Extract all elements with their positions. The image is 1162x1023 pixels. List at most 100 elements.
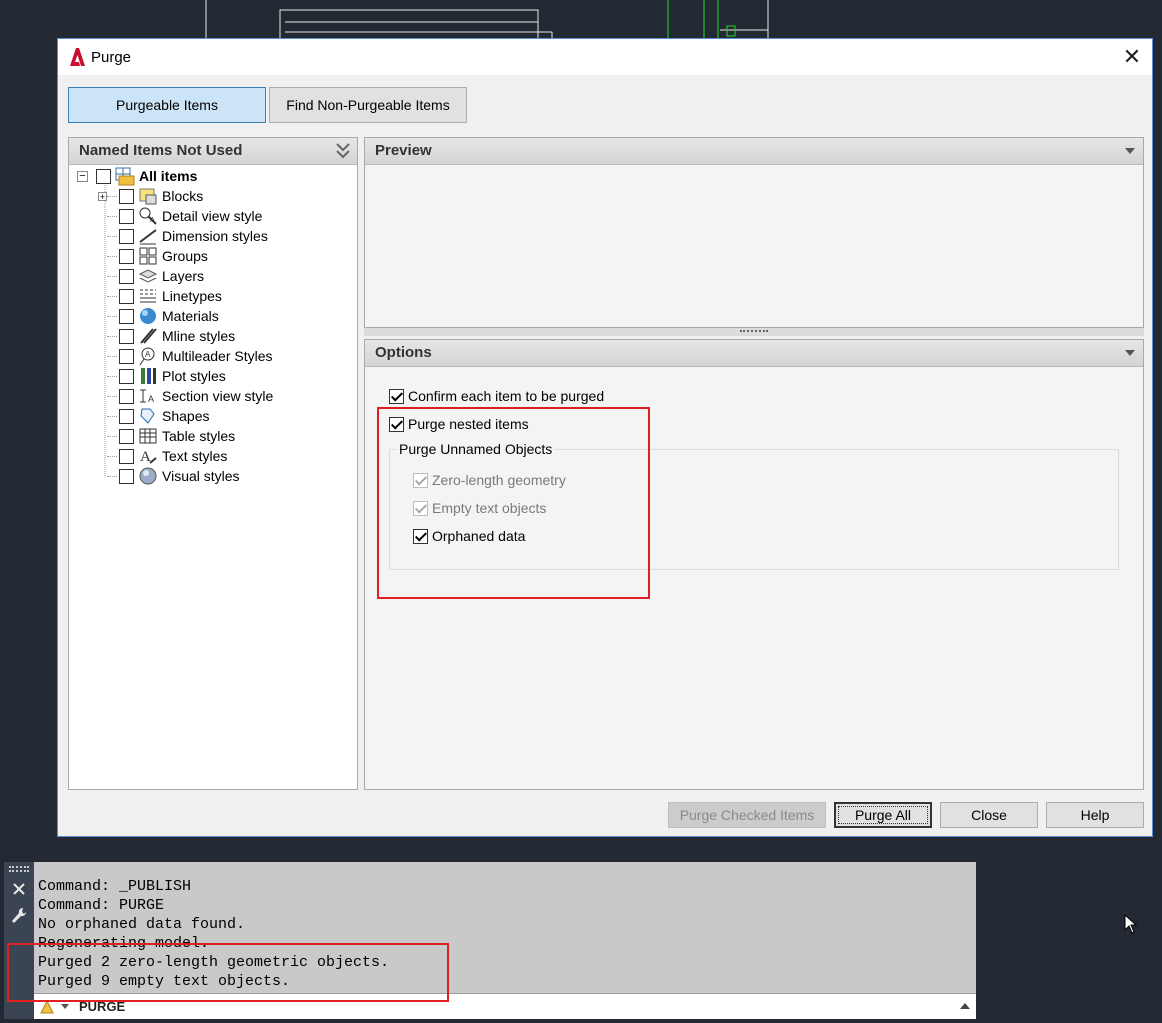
table-styles-icon: [139, 428, 157, 444]
tree-item-checkbox[interactable]: [119, 468, 134, 484]
svg-text:A: A: [140, 449, 151, 465]
options-header[interactable]: Options: [365, 340, 1143, 367]
splitter-handle[interactable]: [364, 328, 1144, 336]
linetypes-icon: [140, 289, 156, 303]
tree-root-all-items[interactable]: − All items: [77, 166, 197, 186]
tree-item-checkbox[interactable]: [119, 388, 134, 404]
customize-wrench-icon[interactable]: [10, 906, 28, 926]
tree-item-mline-styles[interactable]: Mline styles: [99, 326, 235, 346]
title-bar[interactable]: Purge ✕: [58, 39, 1152, 75]
preview-header[interactable]: Preview: [365, 138, 1143, 165]
tree-item-plot-styles[interactable]: Plot styles: [99, 366, 226, 386]
tree-connector: [107, 435, 117, 437]
grip-icon: [740, 330, 768, 334]
tree-item-shapes[interactable]: Shapes: [99, 406, 209, 426]
confirm-each-option[interactable]: Confirm each item to be purged: [389, 388, 604, 404]
shapes-icon: [140, 408, 155, 424]
history-expand-icon[interactable]: [960, 1003, 970, 1009]
tree-item-label: Dimension styles: [162, 228, 268, 244]
tree-item-checkbox[interactable]: [119, 288, 134, 304]
tree-root-label: All items: [139, 168, 198, 184]
preview-panel: Preview: [364, 137, 1144, 328]
tree-connector: [107, 355, 117, 357]
mouse-cursor-icon: [1124, 914, 1138, 934]
mline-styles-icon: [140, 328, 157, 344]
tree-item-checkbox[interactable]: [119, 308, 134, 324]
svg-text:A: A: [145, 350, 151, 359]
tree-item-checkbox[interactable]: [119, 408, 134, 424]
collapse-toggle-icon[interactable]: −: [77, 170, 88, 182]
tree-item-section-view-style[interactable]: A Section view style: [99, 386, 273, 406]
dialog-title: Purge: [91, 49, 132, 66]
purge-all-button[interactable]: Purge All: [834, 802, 932, 828]
command-history-line: Command: _PUBLISH: [38, 878, 192, 895]
tree-connector: [107, 215, 117, 217]
tree-item-label: Mline styles: [162, 328, 236, 344]
checkbox-all-items[interactable]: [96, 168, 111, 184]
help-button[interactable]: Help: [1046, 802, 1144, 828]
drag-grip-icon[interactable]: [9, 866, 29, 872]
tree-item-checkbox[interactable]: [119, 448, 134, 464]
tree-item-checkbox[interactable]: [119, 328, 134, 344]
tree-item-groups[interactable]: Groups: [99, 246, 208, 266]
tree-item-dimension-styles[interactable]: Dimension styles: [99, 226, 268, 246]
collapse-all-icon[interactable]: [335, 142, 351, 160]
confirm-each-checkbox[interactable]: [389, 388, 404, 404]
tree-item-checkbox[interactable]: [119, 188, 134, 204]
tree-item-table-styles[interactable]: Table styles: [99, 426, 235, 446]
tree-item-label: Shapes: [162, 408, 210, 424]
autocad-logo-icon: [70, 48, 85, 66]
tree-connector: [107, 415, 117, 417]
tree-item-checkbox[interactable]: [119, 228, 134, 244]
tree-item-label: Plot styles: [162, 368, 226, 384]
preview-area: [365, 165, 1143, 327]
named-items-panel: Named Items Not Used − All items + Block…: [68, 137, 358, 790]
visual-styles-icon: [139, 467, 157, 485]
tree-item-label: Multileader Styles: [162, 348, 273, 364]
tree-item-label: Layers: [162, 268, 205, 284]
tree-item-visual-styles[interactable]: Visual styles: [99, 466, 240, 486]
materials-icon: [140, 308, 156, 324]
tree-item-checkbox[interactable]: [119, 368, 134, 384]
tree-connector: [107, 475, 117, 477]
expand-toggle-icon[interactable]: +: [98, 191, 107, 201]
chevron-down-icon[interactable]: [1125, 350, 1135, 356]
tree-item-checkbox[interactable]: [119, 428, 134, 444]
tree-item-checkbox[interactable]: [119, 268, 134, 284]
tree-item-layers[interactable]: Layers: [99, 266, 204, 286]
tree-connector: [107, 195, 117, 197]
confirm-each-label: Confirm each item to be purged: [408, 388, 605, 404]
tree-connector: [107, 375, 117, 377]
tab-purgeable-items[interactable]: Purgeable Items: [68, 87, 266, 123]
tree-item-text-styles[interactable]: A Text styles: [99, 446, 227, 466]
close-icon[interactable]: ✕: [1112, 39, 1152, 75]
tree-connector: [107, 455, 117, 457]
tree-item-checkbox[interactable]: [119, 248, 134, 264]
tree-item-materials[interactable]: Materials: [99, 306, 219, 326]
layers-icon: [138, 269, 158, 283]
tree-item-label: Table styles: [162, 428, 236, 444]
tree-connector: [107, 335, 117, 337]
command-history-line: No orphaned data found.: [38, 916, 246, 933]
close-button[interactable]: Close: [940, 802, 1038, 828]
tree-item-label: Visual styles: [162, 468, 240, 484]
tree-item-blocks[interactable]: + Blocks: [98, 186, 203, 206]
tree-item-detail-view-style[interactable]: A Detail view style: [99, 206, 262, 226]
tab-find-non-purgeable-items[interactable]: Find Non-Purgeable Items: [269, 87, 467, 123]
blocks-icon: [139, 188, 157, 205]
chevron-down-icon[interactable]: [1125, 148, 1135, 154]
tree-item-label: Groups: [162, 248, 208, 264]
svg-text:A: A: [150, 217, 155, 224]
recent-commands-dropdown-icon[interactable]: [61, 1004, 69, 1009]
highlight-box-options: [377, 407, 650, 599]
close-icon[interactable]: [12, 882, 26, 896]
dimension-styles-icon: [139, 229, 157, 245]
detail-view-style-icon: A: [139, 207, 157, 225]
section-view-style-icon: A: [140, 389, 154, 404]
purge-checked-items-button[interactable]: Purge Checked Items: [668, 802, 826, 828]
tree-item-checkbox[interactable]: [119, 208, 134, 224]
tree-connector: [107, 255, 117, 257]
tree-item-linetypes[interactable]: Linetypes: [99, 286, 222, 306]
tree-item-checkbox[interactable]: [119, 348, 134, 364]
tree-item-multileader-styles[interactable]: A Multileader Styles: [99, 346, 273, 366]
